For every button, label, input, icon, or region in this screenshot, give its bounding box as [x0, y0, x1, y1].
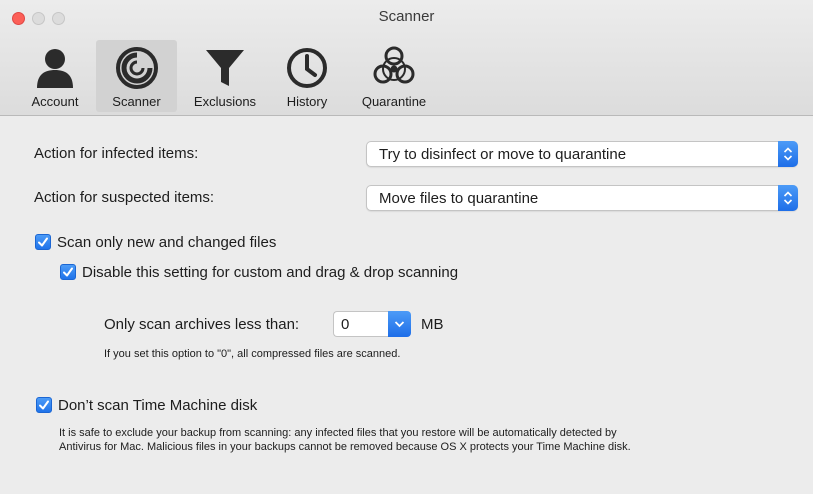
- disable-custom-checkbox[interactable]: [60, 264, 76, 280]
- checkmark-icon: [63, 267, 73, 277]
- settings-panel: Action for infected items: Try to disinf…: [0, 117, 813, 494]
- infected-action-value: Try to disinfect or move to quarantine: [379, 146, 627, 163]
- time-machine-label: Don’t scan Time Machine disk: [58, 397, 258, 414]
- popup-arrows-icon: [778, 185, 798, 211]
- archive-limit-dropdown-button[interactable]: [388, 311, 411, 337]
- toolbar-label: Quarantine: [361, 94, 427, 109]
- suspected-action-popup[interactable]: Move files to quarantine: [366, 185, 798, 211]
- scan-new-only-checkbox[interactable]: [35, 234, 51, 250]
- toolbar-item-exclusions[interactable]: Exclusions: [185, 40, 265, 112]
- disable-custom-label: Disable this setting for custom and drag…: [82, 264, 459, 281]
- toolbar-item-history[interactable]: History: [272, 40, 342, 112]
- infected-action-label: Action for infected items:: [34, 145, 199, 162]
- toolbar-item-quarantine[interactable]: Quarantine: [349, 40, 439, 112]
- suspected-action-value: Move files to quarantine: [379, 190, 539, 207]
- suspected-action-label: Action for suspected items:: [34, 189, 215, 206]
- scanner-icon: [115, 47, 158, 89]
- checkmark-icon: [39, 400, 49, 410]
- popup-arrows-icon: [778, 141, 798, 167]
- archive-limit-field[interactable]: 0: [333, 311, 388, 337]
- history-icon: [287, 48, 327, 88]
- checkmark-icon: [38, 237, 48, 247]
- archive-limit-note: If you set this option to "0", all compr…: [104, 348, 401, 360]
- archive-limit-unit: MB: [421, 316, 444, 333]
- toolbar-label: Account: [31, 94, 79, 109]
- window-title: Scanner: [378, 8, 435, 25]
- quarantine-icon: [373, 46, 415, 84]
- toolbar-item-scanner[interactable]: Scanner: [96, 40, 177, 112]
- scan-new-only-label: Scan only new and changed files: [57, 234, 277, 251]
- time-machine-checkbox[interactable]: [36, 397, 52, 413]
- archive-limit-label: Only scan archives less than:: [104, 316, 300, 333]
- time-machine-note-line1: It is safe to exclude your backup from s…: [59, 427, 617, 439]
- toolbar-item-account[interactable]: Account: [20, 40, 90, 112]
- time-machine-note-line2: Antivirus for Mac. Malicious files in yo…: [59, 441, 631, 453]
- toolbar-label: Scanner: [112, 94, 161, 109]
- account-icon: [37, 49, 73, 88]
- preferences-window: Scanner Account Scanner Exclusions Histo…: [0, 0, 813, 494]
- titlebar: Scanner Account Scanner Exclusions Histo…: [0, 0, 813, 116]
- chevron-down-icon: [394, 321, 405, 328]
- archive-limit-value: 0: [341, 316, 350, 333]
- toolbar-label: History: [286, 94, 328, 109]
- toolbar-label: Exclusions: [193, 94, 257, 109]
- infected-action-popup[interactable]: Try to disinfect or move to quarantine: [366, 141, 798, 167]
- exclusions-icon: [206, 50, 244, 86]
